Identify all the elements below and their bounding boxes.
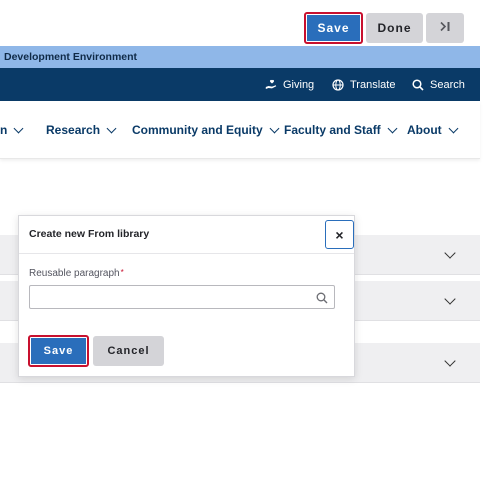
search-link-label: Search: [430, 78, 465, 91]
chevron-down-icon: [106, 123, 117, 133]
close-icon: ×: [335, 226, 344, 243]
editor-toolbar: Save Done: [0, 0, 500, 46]
nav-item-about[interactable]: About: [407, 101, 459, 159]
nav-item-faculty-and-staff[interactable]: Faculty and Staff: [284, 101, 398, 159]
environment-banner-text: Development Environment: [4, 51, 138, 63]
environment-banner: Development Environment: [0, 46, 480, 68]
main-navigation: n Research Community and Equity Faculty …: [0, 101, 480, 159]
collapse-sidebar-button[interactable]: [426, 13, 464, 43]
required-marker: *: [120, 268, 124, 277]
chevron-down-icon: [13, 123, 24, 133]
panel-collapse-icon: [439, 19, 451, 37]
done-button[interactable]: Done: [366, 13, 423, 43]
nav-item-partial[interactable]: n: [0, 101, 24, 159]
giving-link[interactable]: Giving: [265, 68, 314, 101]
save-button[interactable]: Save: [304, 12, 363, 44]
dialog-header: Create new From library ×: [19, 216, 354, 254]
utility-bar: Giving Translate Search: [0, 68, 480, 101]
chevron-down-icon: [387, 123, 398, 133]
create-from-library-dialog: Create new From library × Reusable parag…: [18, 215, 355, 377]
nav-item-label: Faculty and Staff: [284, 123, 381, 137]
dialog-title: Create new From library: [29, 228, 150, 240]
nav-item-label: Research: [46, 123, 101, 137]
translate-link[interactable]: Translate: [332, 68, 395, 101]
field-label-text: Reusable paragraph: [29, 268, 120, 279]
close-button[interactable]: ×: [325, 220, 354, 249]
dialog-cancel-button[interactable]: Cancel: [93, 336, 164, 366]
giving-link-label: Giving: [283, 78, 315, 91]
chevron-down-icon: [444, 247, 456, 259]
nav-item-label: Community and Equity: [132, 123, 263, 137]
chevron-down-icon: [269, 123, 280, 133]
dialog-save-button[interactable]: Save: [28, 335, 89, 367]
translate-link-label: Translate: [350, 78, 396, 91]
reusable-paragraph-label: Reusable paragraph*: [29, 268, 124, 279]
chevron-down-icon: [444, 355, 456, 367]
nav-item-label: About: [407, 123, 442, 137]
nav-item-label: n: [0, 123, 8, 137]
nav-item-research[interactable]: Research: [46, 101, 117, 159]
search-icon: [316, 291, 328, 309]
search-icon: [412, 78, 424, 91]
chevron-down-icon: [444, 293, 456, 305]
search-link[interactable]: Search: [412, 68, 465, 101]
chevron-down-icon: [448, 123, 459, 133]
reusable-paragraph-input[interactable]: [29, 285, 335, 309]
nav-item-community-and-equity[interactable]: Community and Equity: [132, 101, 280, 159]
globe-icon: [332, 78, 344, 91]
hand-heart-icon: [265, 79, 277, 91]
